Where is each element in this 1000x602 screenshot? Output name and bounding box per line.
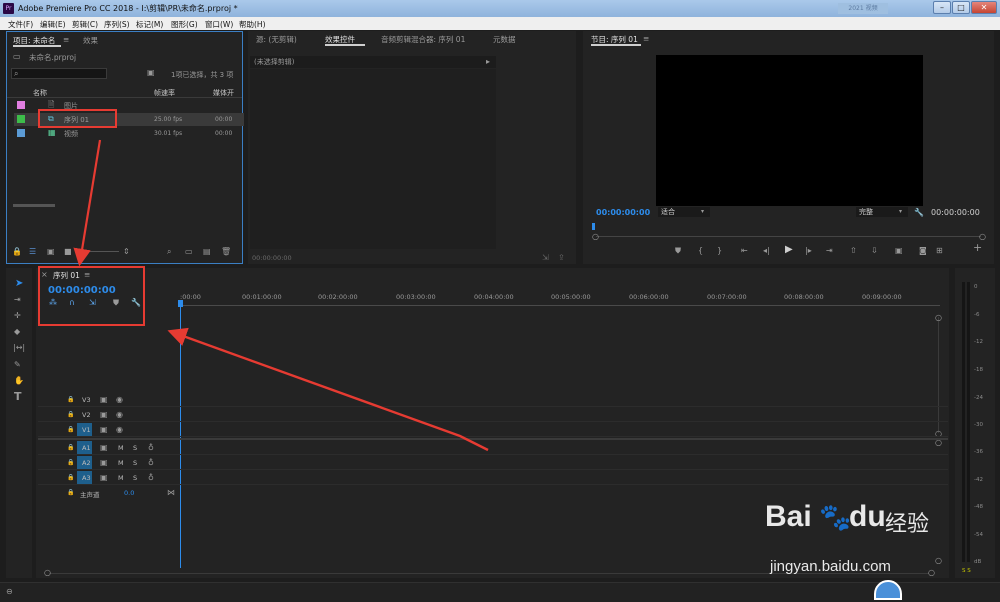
- watermark-brand: Bai: [765, 500, 812, 533]
- watermark-badge: [874, 580, 902, 600]
- watermark-cn: 经验: [885, 512, 930, 537]
- watermark-url: jingyan.baidu.com: [770, 558, 891, 575]
- annotation-arrow-down: [73, 139, 102, 267]
- baidu-watermark: Bai 🐾 du 经验: [765, 498, 955, 538]
- paw-icon: 🐾: [819, 503, 852, 533]
- annotation-arrow-left: [167, 327, 489, 452]
- watermark-brand-end: du: [849, 500, 886, 533]
